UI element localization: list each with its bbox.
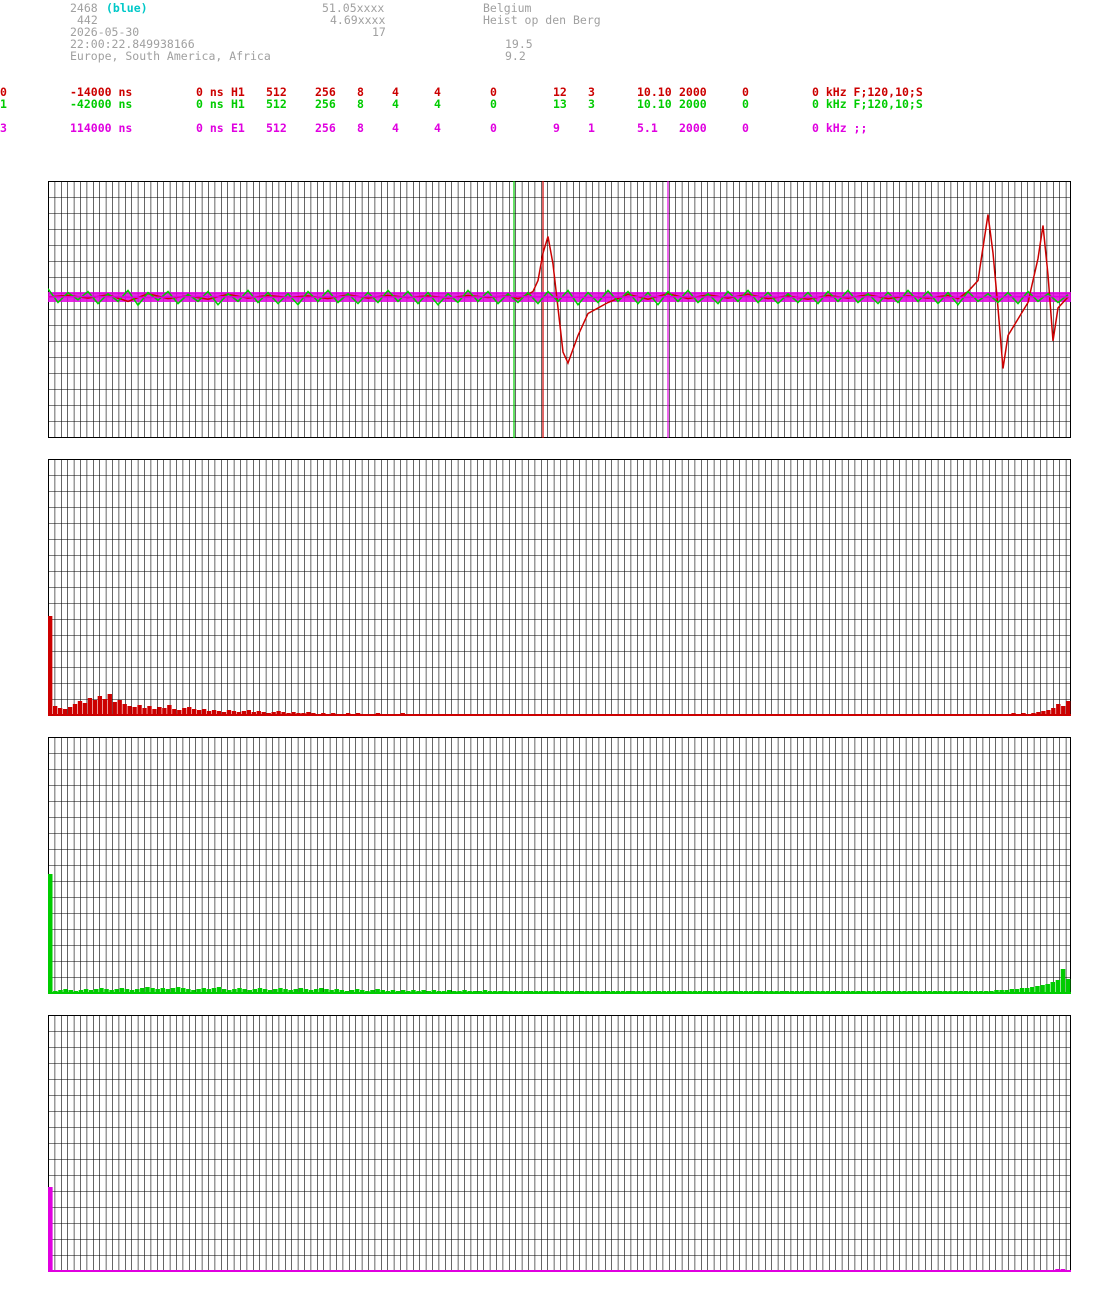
bar [107,694,112,716]
channel-3-n4: 4 [392,121,399,135]
bar [1060,969,1066,994]
channel-3-offset: 114000 ns [70,121,133,135]
grid [48,459,1071,716]
bar [92,700,98,716]
channel-3-n5: 4 [434,121,441,135]
spectrum-chart-red [48,459,1071,716]
bar [117,700,122,716]
channel-3-idx: 3 [0,121,7,135]
spectrum-panel-green [48,737,1071,994]
channel-1-idx: 1 [0,97,7,111]
channel-3-n7: 9 [553,121,560,135]
grid [48,1015,1071,1272]
channel-1-type: H1 [231,97,245,111]
channel-3-delay: 0 ns [196,121,224,135]
bar [48,1187,53,1272]
channel-3-n11: 0 [742,121,749,135]
channel-1-n7: 13 [553,97,567,111]
channel-1-n8: 3 [588,97,595,111]
channel-1-n9: 10.10 [637,97,672,111]
channel-1-n1: 512 [266,97,287,111]
channel-3-n3: 8 [357,121,364,135]
channel-3-n2: 256 [315,121,336,135]
channel-1-n6: 0 [490,97,497,111]
channel-3-n8: 1 [588,121,595,135]
channel-3-type: E1 [231,121,245,135]
grid [48,737,1071,994]
waveform-chart [48,181,1071,438]
channel-3-filter: 0 kHz ;; [812,121,868,135]
channel-1-n5: 4 [434,97,441,111]
city: Heist op den Berg [483,13,601,27]
station-color-label: (blue) [106,1,148,15]
value-2: 9.2 [505,49,526,63]
spectrum-chart-magenta [48,1015,1071,1272]
channel-1-n2: 256 [315,97,336,111]
bar [1065,979,1071,994]
channel-1-n10: 2000 [679,97,707,111]
channel-3-n9: 5.1 [637,121,658,135]
bar [112,702,117,716]
spectrum-chart-green [48,737,1071,994]
channel-1-delay: 0 ns [196,97,224,111]
grid [48,181,1071,438]
region-label: Europe, South America, Africa [70,49,271,63]
channel-1-n3: 8 [357,97,364,111]
channel-3-n1: 512 [266,121,287,135]
spectrum-panel-red [48,459,1071,716]
bar [102,699,107,716]
channel-1-n11: 0 [742,97,749,111]
channel-1-filter: 0 kHz F;120,10;S [812,97,923,111]
bar [1055,980,1061,994]
bar [1066,701,1071,716]
bar [48,616,53,716]
bar [48,874,53,994]
spectrum-panel-magenta [48,1015,1071,1272]
altitude: 17 [372,25,386,39]
bar [97,696,103,716]
bar [77,701,83,716]
waveform-panel [48,181,1071,438]
channel-1-n4: 4 [392,97,399,111]
channel-3-n10: 2000 [679,121,707,135]
channel-1-offset: -42000 ns [70,97,133,111]
bar [87,698,93,716]
channel-3-n6: 0 [490,121,497,135]
